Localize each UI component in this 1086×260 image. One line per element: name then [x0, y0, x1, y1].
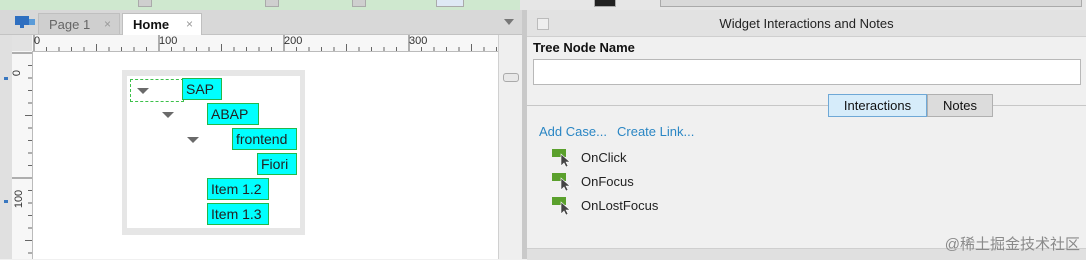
left-gutter [0, 35, 12, 259]
tree-node-sap[interactable]: SAP [182, 78, 222, 100]
panel-header: Widget Interactions and Notes [527, 10, 1086, 37]
toolbar-button[interactable] [436, 0, 464, 7]
tree-node-item-1-3[interactable]: Item 1.3 [207, 203, 269, 225]
interaction-event-icon [552, 149, 571, 167]
interactions-panel: Widget Interactions and Notes Tree Node … [527, 10, 1086, 260]
toolbar-button[interactable] [265, 0, 279, 7]
horizontal-ruler: 0 100 200 300 [32, 35, 498, 52]
event-label: OnClick [581, 150, 627, 165]
expand-triangle-icon[interactable] [162, 112, 174, 118]
event-label: OnFocus [581, 174, 634, 189]
tab-notes[interactable]: Notes [927, 94, 993, 117]
tab-label: Page 1 [49, 17, 91, 32]
tree-node-item-1-2[interactable]: Item 1.2 [207, 178, 269, 200]
color-swatch[interactable] [594, 0, 616, 7]
tree-node-name-input[interactable] [533, 59, 1081, 85]
tree-node-frontend[interactable]: frontend [232, 128, 297, 150]
close-icon[interactable]: × [186, 17, 193, 31]
create-link-link[interactable]: Create Link... [617, 124, 694, 139]
sitemap-icon[interactable] [14, 15, 36, 29]
ruler-label: 0 [11, 69, 24, 77]
vertical-scrollbar[interactable] [498, 35, 523, 259]
ruler-label: 100 [159, 35, 178, 47]
close-icon[interactable]: × [104, 17, 111, 31]
tab-home[interactable]: Home × [122, 13, 202, 35]
ruler-label: 100 [13, 189, 26, 209]
gutter-marker [4, 200, 8, 203]
toolbar-button[interactable] [352, 0, 366, 7]
page-tab-bar: Page 1 × Home × [0, 10, 522, 35]
expand-triangle-icon[interactable] [187, 137, 199, 143]
interaction-event-icon [552, 173, 571, 191]
ruler-label: 200 [284, 35, 303, 47]
add-case-link[interactable]: Add Case... [539, 124, 607, 139]
toolbar-buttons-right[interactable] [660, 0, 1082, 7]
tab-label: Home [133, 17, 170, 32]
ruler-label: 300 [409, 35, 428, 47]
tree-node-name-label: Tree Node Name [533, 40, 635, 55]
event-label: OnLostFocus [581, 198, 659, 213]
expand-triangle-icon[interactable] [137, 88, 149, 94]
divider [527, 105, 1086, 106]
ruler-label: 0 [34, 35, 41, 47]
tab-interactions[interactable]: Interactions [828, 94, 927, 117]
tree-node-abap[interactable]: ABAP [207, 103, 259, 125]
gutter-marker [4, 77, 8, 80]
ruler-corner [12, 35, 32, 51]
interaction-event-icon [552, 197, 571, 215]
vertical-ruler: 0 100 [11, 51, 33, 259]
watermark: @稀土掘金技术社区 [944, 236, 1080, 253]
tab-page-1[interactable]: Page 1 × [38, 13, 120, 34]
panel-title: Widget Interactions and Notes [719, 16, 894, 31]
scrollbar-thumb[interactable] [503, 73, 519, 82]
toolbar-button[interactable] [138, 0, 152, 7]
chevron-down-icon[interactable] [504, 19, 514, 25]
top-toolbar-strip [0, 0, 1086, 10]
tree-node-fiori[interactable]: Fiori [257, 153, 297, 175]
